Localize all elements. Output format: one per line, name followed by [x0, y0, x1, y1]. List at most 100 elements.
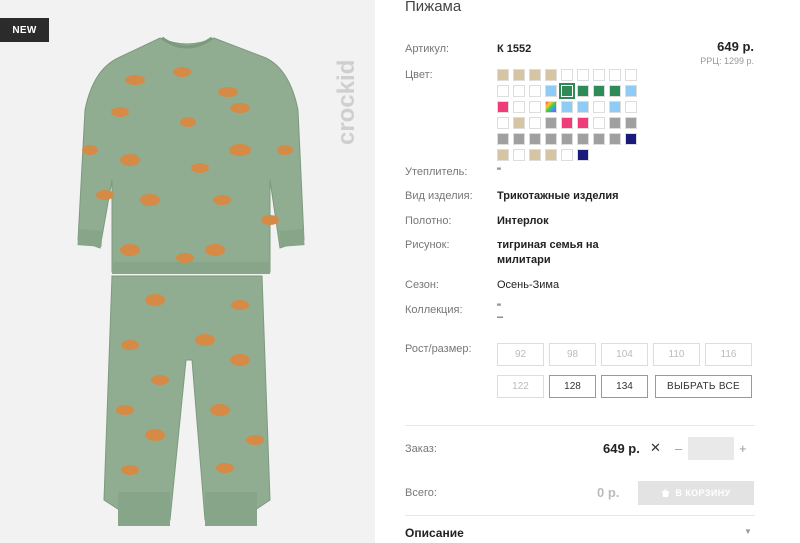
- size-92[interactable]: 92: [497, 343, 544, 366]
- color-swatch[interactable]: [609, 69, 621, 81]
- fabric-value: Интерлок: [497, 215, 549, 227]
- color-swatch[interactable]: [625, 117, 637, 129]
- color-swatch[interactable]: [593, 117, 605, 129]
- color-swatch[interactable]: [513, 101, 525, 113]
- color-swatch[interactable]: [497, 117, 509, 129]
- color-swatch[interactable]: [513, 69, 525, 81]
- color-swatch[interactable]: [625, 69, 637, 81]
- color-swatch[interactable]: [561, 149, 573, 161]
- divider: [405, 425, 755, 426]
- color-swatch[interactable]: [497, 133, 509, 145]
- color-swatch[interactable]: [529, 85, 541, 97]
- color-swatch[interactable]: [593, 69, 605, 81]
- color-swatch[interactable]: [625, 101, 637, 113]
- size-116[interactable]: 116: [705, 343, 752, 366]
- pattern-label: Рисунок:: [405, 239, 450, 251]
- color-swatch[interactable]: [497, 101, 509, 113]
- type-value: Трикотажные изделия: [497, 190, 619, 202]
- color-swatch[interactable]: [593, 85, 605, 97]
- color-swatch[interactable]: [529, 133, 541, 145]
- size-128[interactable]: 128: [549, 375, 596, 398]
- color-swatch[interactable]: [529, 117, 541, 129]
- color-swatch[interactable]: [545, 117, 557, 129]
- decrease-qty-button[interactable]: –: [675, 441, 682, 456]
- pattern-value-line2: милитари: [497, 254, 551, 266]
- color-swatch[interactable]: [561, 69, 573, 81]
- rrp-price: РРЦ: 1299 р.: [700, 56, 754, 66]
- size-134[interactable]: 134: [601, 375, 648, 398]
- quantity-input[interactable]: [688, 437, 734, 460]
- total-label: Всего:: [405, 487, 437, 499]
- color-swatch[interactable]: [513, 149, 525, 161]
- color-swatch[interactable]: [593, 101, 605, 113]
- color-swatch[interactable]: [545, 85, 557, 97]
- color-swatch[interactable]: [625, 85, 637, 97]
- color-swatch[interactable]: [577, 69, 589, 81]
- brand-logo: crockid: [333, 60, 360, 145]
- color-swatch[interactable]: [529, 69, 541, 81]
- color-swatch[interactable]: [545, 149, 557, 161]
- add-to-cart-label: В КОРЗИНУ: [675, 488, 731, 498]
- order-price: 649 р.: [603, 441, 640, 456]
- description-toggle[interactable]: Описание: [405, 526, 464, 540]
- pattern-value-line1: тигриная семья на: [497, 239, 599, 251]
- color-swatch[interactable]: [609, 85, 621, 97]
- type-label: Вид изделия:: [405, 190, 473, 202]
- color-label: Цвет:: [405, 69, 433, 81]
- increase-qty-button[interactable]: +: [739, 441, 747, 456]
- color-swatch[interactable]: [545, 69, 557, 81]
- color-swatch[interactable]: [577, 149, 589, 161]
- size-110[interactable]: 110: [653, 343, 700, 366]
- color-swatch[interactable]: [593, 133, 605, 145]
- color-swatch[interactable]: [545, 101, 557, 113]
- size-label: Рост/размер:: [405, 343, 472, 355]
- color-swatch[interactable]: [609, 133, 621, 145]
- color-swatches: [497, 69, 641, 161]
- size-98[interactable]: 98: [549, 343, 596, 366]
- product-price: 649 р.: [717, 39, 754, 54]
- color-swatch[interactable]: [513, 133, 525, 145]
- cart-icon: [662, 488, 670, 497]
- color-swatch[interactable]: [513, 117, 525, 129]
- color-swatch[interactable]: [577, 85, 589, 97]
- color-swatch[interactable]: [545, 133, 557, 145]
- color-swatch[interactable]: [529, 101, 541, 113]
- season-value: Осень-Зима: [497, 279, 560, 291]
- order-label: Заказ:: [405, 443, 437, 455]
- color-swatch[interactable]: [625, 133, 637, 145]
- insulation-value: ": [497, 166, 501, 178]
- color-swatch[interactable]: [497, 85, 509, 97]
- season-label: Сезон:: [405, 279, 439, 291]
- pajama-image: [77, 36, 305, 526]
- color-swatch[interactable]: [497, 149, 509, 161]
- color-swatch[interactable]: [577, 117, 589, 129]
- select-all-sizes-button[interactable]: ВЫБРАТЬ ВСЕ: [655, 375, 752, 398]
- color-swatch[interactable]: [577, 101, 589, 113]
- color-swatch[interactable]: [561, 133, 573, 145]
- color-swatch[interactable]: [513, 85, 525, 97]
- total-price: 0 р.: [597, 485, 620, 500]
- divider: [405, 515, 755, 516]
- add-to-cart-button[interactable]: В КОРЗИНУ: [638, 481, 754, 505]
- size-122[interactable]: 122: [497, 375, 544, 398]
- color-swatch[interactable]: [561, 101, 573, 113]
- article-label: Артикул:: [405, 43, 450, 55]
- color-swatch[interactable]: [561, 117, 573, 129]
- fabric-label: Полотно:: [405, 215, 452, 227]
- color-swatch[interactable]: [609, 101, 621, 113]
- product-title: Пижама: [405, 0, 462, 15]
- collection-label: Коллекция:: [405, 304, 463, 316]
- brand-logo-text: crockid: [333, 60, 360, 145]
- color-swatch[interactable]: [577, 133, 589, 145]
- color-swatch[interactable]: [559, 83, 575, 99]
- chevron-down-icon[interactable]: ▼: [744, 527, 752, 536]
- insulation-label: Утеплитель:: [405, 166, 468, 178]
- color-swatch[interactable]: [497, 69, 509, 81]
- size-104[interactable]: 104: [601, 343, 648, 366]
- new-badge: NEW: [0, 18, 49, 42]
- collection-value-line2: –: [497, 311, 504, 323]
- close-icon[interactable]: ✕: [650, 440, 661, 456]
- product-photo[interactable]: NEW crockid: [0, 0, 375, 543]
- color-swatch[interactable]: [609, 117, 621, 129]
- color-swatch[interactable]: [529, 149, 541, 161]
